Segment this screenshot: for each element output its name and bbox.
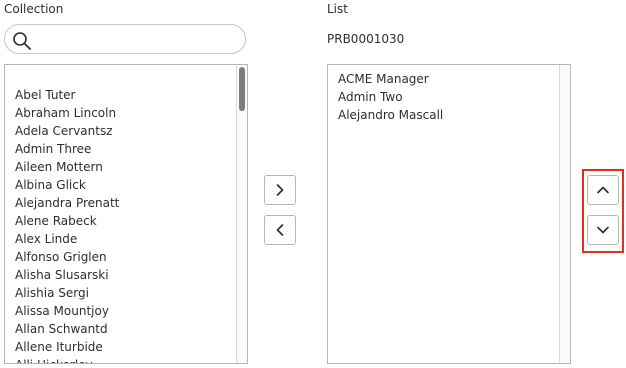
list-heading: List xyxy=(327,2,348,16)
collection-list-item[interactable]: Alishia Sergi xyxy=(15,284,233,302)
search-icon xyxy=(13,32,31,50)
collection-list-item[interactable]: Alene Rabeck xyxy=(15,212,233,230)
chevron-down-icon xyxy=(597,226,609,234)
collection-list-item[interactable]: Alisha Slusarski xyxy=(15,266,233,284)
selected-scrollbar[interactable] xyxy=(559,65,570,363)
collection-list-item[interactable]: Allan Schwantd xyxy=(15,320,233,338)
collection-list-item[interactable]: Alejandra Prenatt xyxy=(15,194,233,212)
move-up-button[interactable] xyxy=(587,175,619,205)
remove-from-list-button[interactable] xyxy=(264,215,296,245)
collection-list-item[interactable]: Aileen Mottern xyxy=(15,158,233,176)
selected-list: ACME Manager Admin Two Alejandro Mascall xyxy=(338,70,556,124)
slushbucket: Collection Abel Tuter Abraham Lincoln Adel… xyxy=(0,0,626,368)
chevron-right-icon xyxy=(276,184,284,196)
chevron-left-icon xyxy=(276,224,284,236)
collection-list-item[interactable]: Alfonso Griglen xyxy=(15,248,233,266)
collection-search-box[interactable] xyxy=(4,24,246,54)
collection-scroll-thumb[interactable] xyxy=(239,67,245,111)
add-to-list-button[interactable] xyxy=(264,175,296,205)
collection-list-item[interactable]: Alli Hickerley xyxy=(15,356,233,363)
collection-list-item[interactable]: Alissa Mountjoy xyxy=(15,302,233,320)
move-down-button[interactable] xyxy=(587,215,619,245)
selected-list-item[interactable]: ACME Manager xyxy=(338,70,556,88)
collection-heading: Collection xyxy=(4,2,64,16)
record-id: PRB0001030 xyxy=(327,32,405,46)
selected-listbox[interactable]: ACME Manager Admin Two Alejandro Mascall xyxy=(327,64,571,364)
collection-list-item[interactable]: Adela Cervantsz xyxy=(15,122,233,140)
collection-list-item[interactable]: Admin Three xyxy=(15,140,233,158)
collection-list-item[interactable]: Abel Tuter xyxy=(15,86,233,104)
selected-list-item[interactable]: Admin Two xyxy=(338,88,556,106)
collection-list-item[interactable]: Albina Glick xyxy=(15,176,233,194)
collection-list-item[interactable]: Allene Iturbide xyxy=(15,338,233,356)
collection-scrollbar[interactable] xyxy=(236,65,247,363)
collection-search-input[interactable] xyxy=(35,29,235,49)
selected-list-item[interactable]: Alejandro Mascall xyxy=(338,106,556,124)
collection-list: Abel Tuter Abraham Lincoln Adela Cervantsz… xyxy=(15,86,233,363)
collection-list-item[interactable]: Abraham Lincoln xyxy=(15,104,233,122)
chevron-up-icon xyxy=(597,186,609,194)
collection-list-item[interactable]: Alex Linde xyxy=(15,230,233,248)
collection-listbox[interactable]: Abel Tuter Abraham Lincoln Adela Cervantsz… xyxy=(4,64,248,364)
